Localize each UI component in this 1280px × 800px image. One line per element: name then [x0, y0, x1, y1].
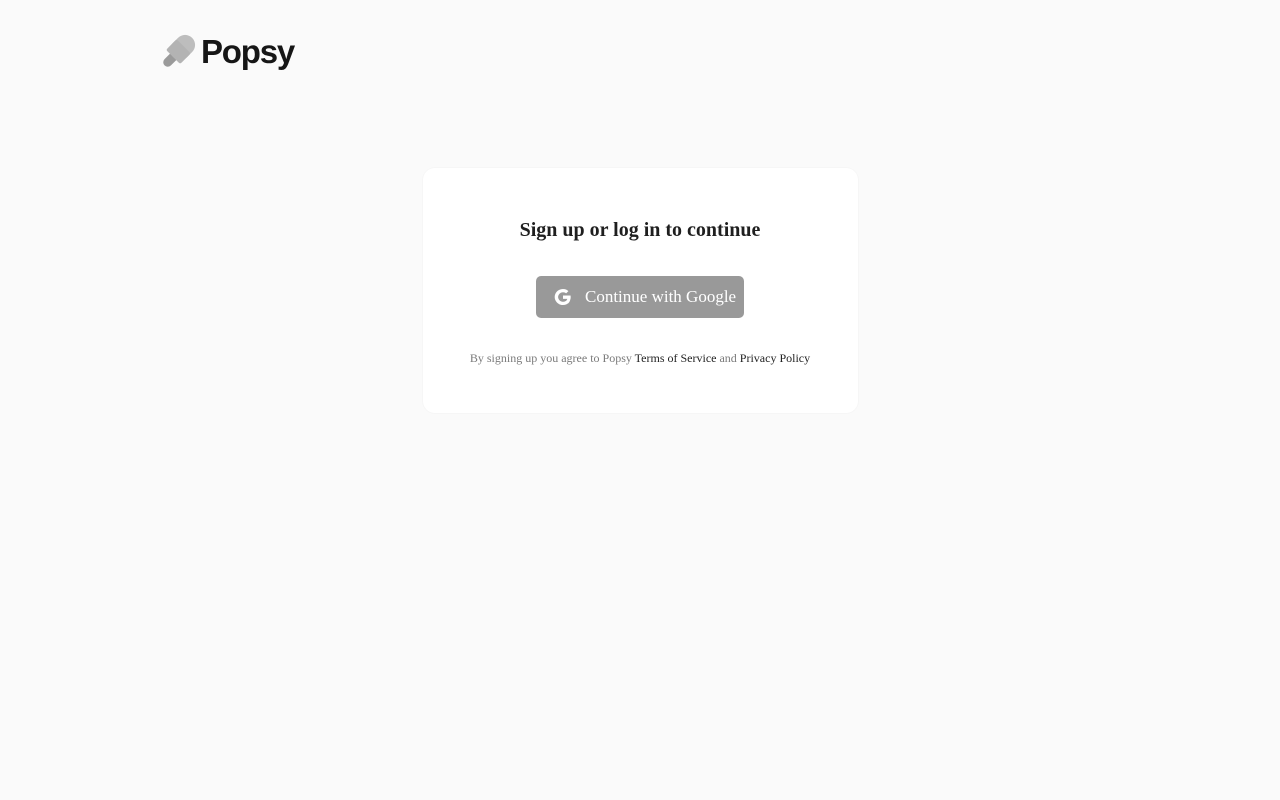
privacy-policy-link[interactable]: Privacy Policy — [740, 351, 810, 365]
terms-prefix: By signing up you agree to Popsy — [469, 351, 632, 365]
terms-and: and — [719, 351, 737, 365]
popsy-logo[interactable]: Popsy — [159, 32, 295, 72]
popsicle-icon — [163, 34, 196, 67]
google-g-icon — [554, 289, 571, 305]
auth-title: Sign up or log in to continue — [519, 219, 761, 241]
terms-of-service-link[interactable]: Terms of Service — [635, 351, 717, 365]
continue-with-google-button[interactable]: Continue with Google — [536, 276, 744, 318]
login-page: Popsy Sign up or log in to continue Cont… — [0, 0, 1280, 800]
logo-text: Popsy — [201, 33, 295, 70]
google-button-label: Continue with Google — [585, 287, 737, 306]
terms-notice: By signing up you agree to Popsy Terms o… — [0, 349, 1280, 367]
